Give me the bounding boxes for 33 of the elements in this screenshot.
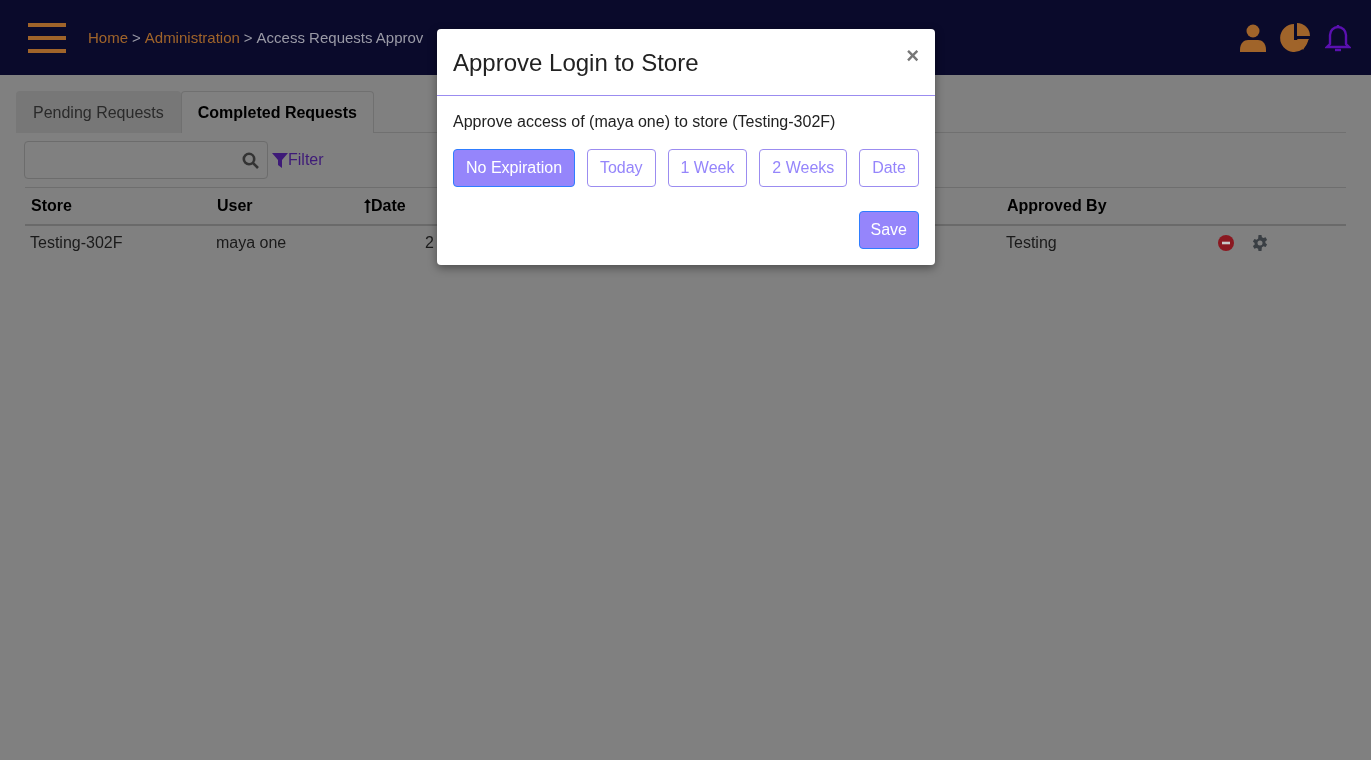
- column-header[interactable]: Approved By: [1001, 188, 1212, 226]
- table-cell-text: Testing-302F: [29, 233, 124, 253]
- remove-icon[interactable]: [1218, 235, 1234, 251]
- breadcrumb-separator: >: [243, 29, 253, 46]
- pie-chart-icon[interactable]: [1280, 22, 1311, 53]
- expiration-option[interactable]: No Expiration: [453, 149, 576, 187]
- breadcrumb-current: Access Requests Approv: [256, 29, 424, 46]
- filter-icon: [272, 152, 288, 168]
- table-cell-text: maya one: [215, 233, 288, 253]
- column-header[interactable]: Store: [25, 188, 211, 226]
- tab[interactable]: Pending Requests: [16, 91, 181, 133]
- filter-button[interactable]: Filter: [272, 151, 324, 169]
- sort-arrow-icon: [364, 199, 371, 213]
- search-field[interactable]: [24, 141, 268, 179]
- breadcrumb-separator: >: [132, 29, 141, 46]
- settings-icon[interactable]: [1252, 235, 1268, 251]
- breadcrumb-link[interactable]: Home: [88, 29, 128, 46]
- menu-icon[interactable]: [28, 21, 66, 54]
- table-cell: 2: [425, 234, 434, 252]
- dialog-message: Approve access of (maya one) to store (Testing-302F): [453, 113, 837, 131]
- expiration-option[interactable]: Today: [586, 149, 656, 187]
- table-cell-text: Testing: [1005, 233, 1058, 253]
- expiration-option[interactable]: 1 Week: [667, 149, 748, 187]
- expiration-option[interactable]: Date: [859, 149, 919, 187]
- breadcrumb-link[interactable]: Administration: [144, 29, 240, 46]
- user-icon[interactable]: [1240, 23, 1266, 52]
- column-header[interactable]: User: [211, 188, 358, 226]
- search-icon: [242, 151, 259, 169]
- dialog-title: Approve Login to Store: [453, 49, 699, 77]
- save-button[interactable]: Save: [858, 211, 919, 249]
- close-button[interactable]: ×: [906, 45, 919, 67]
- expiration-option[interactable]: 2 Weeks: [759, 149, 848, 187]
- tab[interactable]: Completed Requests: [180, 91, 374, 133]
